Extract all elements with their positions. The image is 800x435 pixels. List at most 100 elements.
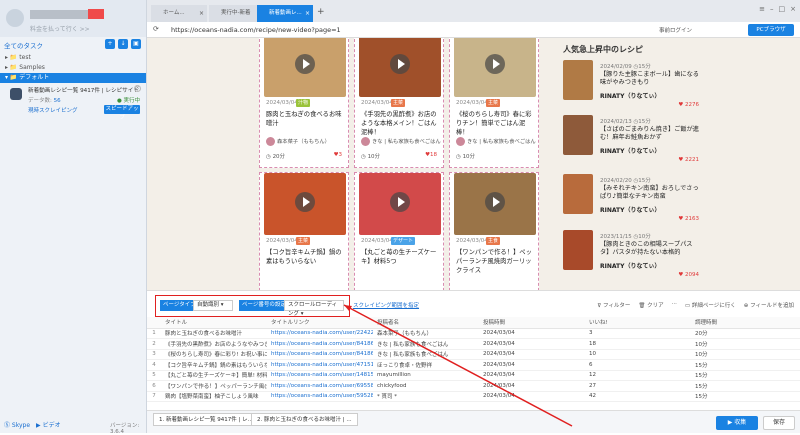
url-input[interactable]: https://oceans-nadia.com/recipe/new-vide… xyxy=(171,26,341,34)
scrape-range-link[interactable]: スクレイピング範囲を指定 xyxy=(353,301,419,309)
close-icon[interactable]: × xyxy=(134,85,141,92)
column-header[interactable]: いいね! xyxy=(585,317,691,329)
table-row[interactable]: 3 《桜のちらし寿司》春に彩り! お祝い事に... https://oceans-n… xyxy=(147,349,800,360)
popular-item[interactable]: 2023/11/15 ◷10分 【豚肉ときのこの相場スープパスタ】パスタが持たな… xyxy=(563,230,703,280)
tree-item-default[interactable]: ▾ 📁 デフォルト xyxy=(0,73,146,83)
recipe-title[interactable]: 《桜のちらし寿司》春に彩りチン！簡単でごはん泥棒！ xyxy=(456,110,534,137)
avatar[interactable] xyxy=(6,9,24,27)
tree-item-test[interactable]: ▸ 📁 test xyxy=(0,53,146,63)
recipe-title[interactable]: 豚肉と玉ねぎの食べるお味噌汁 xyxy=(266,110,344,128)
popular-title[interactable]: 【さばのごまみりん焼き】ご飯が進む！麻年お鮭魚おかず xyxy=(600,126,700,142)
recipe-author[interactable]: きな | 私も家族も食べごはん xyxy=(361,137,441,146)
page-type-select[interactable]: 自動識別 ▾ xyxy=(193,300,233,311)
popular-title[interactable]: 【みそれチキン南蛮】おろしでさっぱり♪簡単なチキン南蛮 xyxy=(600,185,700,201)
recipe-photo[interactable] xyxy=(264,38,346,97)
tree-item-samples[interactable]: ▸ 📁 Samples xyxy=(0,63,146,73)
popular-photo[interactable] xyxy=(563,60,593,100)
recipe-card[interactable]: 2024/03/04 主菜 【コク旨辛キムチ鍋】鍋の素はもういらない xyxy=(259,172,349,290)
close-icon[interactable]: × xyxy=(199,5,204,22)
popular-item[interactable]: 2024/02/13 ◷15分 【さばのごまみりん焼き】ご飯が進む！麻年お鮭魚お… xyxy=(563,115,703,165)
popular-item[interactable]: 2024/02/20 ◷15分 【みそれチキン南蛮】おろしでさっぱり♪簡単なチキ… xyxy=(563,174,703,224)
save-button[interactable]: 保存 xyxy=(763,416,795,430)
recipe-title[interactable]: 【ワンパンで作る！】ペッパーランチ風焼肉ガーリックライス xyxy=(456,248,534,275)
local-run-link[interactable]: 現時スクレイピング xyxy=(28,106,78,114)
recipe-photo[interactable] xyxy=(454,38,536,97)
table-row[interactable]: 1 豚肉と玉ねぎの食べるお味噌汁 https://oceans-nadia.com/… xyxy=(147,328,800,339)
popular-author[interactable]: RINATY（りなてぃ） xyxy=(600,261,661,270)
table-row[interactable]: 5 【丸ごと苺の生チーズケーキ】簡単! 材料5... https://oceans-… xyxy=(147,370,800,381)
recipe-title[interactable]: 【コク旨辛キムチ鍋】鍋の素はもういらない xyxy=(266,248,344,266)
all-tasks-header[interactable]: 全てのタスク xyxy=(4,40,43,50)
column-header[interactable]: 調理時間 xyxy=(691,317,800,329)
recipe-card[interactable]: 2024/03/04 汁物 豚肉と玉ねぎの食べるお味噌汁 森本菜子（ももちん） … xyxy=(259,38,349,168)
page-settings-select[interactable]: スクロールローディング ▾ xyxy=(284,300,344,317)
table-row[interactable]: 6【ワンパンで作る！】ペッパーランチ風(焼肉...https://oceans-… xyxy=(147,380,800,392)
add-field-button[interactable]: ⊕ フィールドを追加 xyxy=(744,301,794,309)
popular-photo[interactable] xyxy=(563,230,593,270)
menu-icon[interactable]: ≡ xyxy=(759,5,765,13)
popular-photo[interactable] xyxy=(563,115,593,155)
recipe-card[interactable]: 2024/03/04 主菜 《手羽先の黒酢煮》お店のような本格メイン！ごはん泥棒… xyxy=(354,38,444,168)
popular-author[interactable]: RINATY（りなてぃ） xyxy=(600,91,661,100)
recipe-title[interactable]: 【丸ごと苺の生チーズケーキ】材料5つ xyxy=(361,248,439,266)
task-card[interactable]: 新着動画レシピ一覧 9417件 | レシピサイト × データ数: 56 ● 実行… xyxy=(4,84,144,121)
column-header[interactable] xyxy=(147,317,161,329)
popular-title[interactable]: 【豚肉ときのこの相場スープパスタ】パスタが持たない本格的 xyxy=(600,241,700,257)
column-header[interactable]: タイトル xyxy=(161,317,267,329)
speed-up-button[interactable]: スピードアップ xyxy=(104,105,140,121)
clear-button[interactable]: 🗑 クリア xyxy=(638,301,663,309)
folder-icon[interactable]: ▣ xyxy=(131,39,141,49)
close-icon[interactable]: × xyxy=(790,5,796,13)
column-header[interactable]: 投稿者名 xyxy=(373,317,479,329)
recipe-author[interactable]: 森本菜子（ももちん） xyxy=(266,137,330,146)
play-icon[interactable] xyxy=(485,54,505,74)
tab-active[interactable]: 新着動画レ... × xyxy=(257,5,313,22)
import-icon[interactable]: ↓ xyxy=(118,39,128,49)
tab-home[interactable]: ホーム... × xyxy=(151,5,207,22)
recipe-photo[interactable] xyxy=(359,38,441,97)
table-row[interactable]: 2 《手羽先の黒酢煮》お店のようなやみつき... https://oceans-na… xyxy=(147,338,800,350)
play-icon[interactable] xyxy=(295,54,315,74)
minimize-icon[interactable]: – xyxy=(770,5,774,13)
play-icon[interactable] xyxy=(390,192,410,212)
skype-link[interactable]: Ⓢ Skype xyxy=(4,420,30,429)
pre-login-button[interactable]: 事前ログイン xyxy=(659,26,692,34)
popular-author[interactable]: RINATY（りなてぃ） xyxy=(600,205,661,214)
popular-item[interactable]: 2024/02/09 ◷15分 【豚りた主豚こまボール】歯になる味がやみつきもり… xyxy=(563,60,703,110)
collect-button[interactable]: ▶ 収集 xyxy=(716,416,758,430)
bottom-tab-list[interactable]: 1. 新着動画レシピ一覧 9417件 | レ... xyxy=(153,413,259,426)
new-task-icon[interactable]: + xyxy=(105,39,115,49)
pc-browser-button[interactable]: PCブラウザ xyxy=(748,24,794,36)
table-row[interactable]: 7 鶏肉【塩野菜南蛮】柚子こしょう風味 https://oceans-nadia.c… xyxy=(147,391,800,402)
play-icon[interactable] xyxy=(390,54,410,74)
recipe-likes: ♥3 xyxy=(333,152,342,158)
video-link[interactable]: ▶ ビデオ xyxy=(36,420,61,429)
recipe-card[interactable]: 2024/03/04 主食 【ワンパンで作る！】ペッパーランチ風焼肉ガーリックラ… xyxy=(449,172,539,290)
avatar xyxy=(361,137,370,146)
filter-button[interactable]: ⊽ フィルター xyxy=(597,301,630,309)
new-tab-icon[interactable]: + xyxy=(317,7,325,17)
popular-photo[interactable] xyxy=(563,174,593,214)
recipe-card[interactable]: 2024/03/04 主菜 《桜のちらし寿司》春に彩りチン！簡単でごはん泥棒！ … xyxy=(449,38,539,168)
recipe-author[interactable]: きな | 私も家族も食べごはん xyxy=(456,137,536,146)
column-header[interactable]: 投稿時間 xyxy=(479,317,585,329)
bottom-tab-detail[interactable]: 2. 豚肉と玉ねぎの食べるお味噌汁 | ... xyxy=(251,413,358,426)
play-icon[interactable] xyxy=(485,192,505,212)
recipe-photo[interactable] xyxy=(359,173,441,235)
more-button[interactable]: ··· xyxy=(672,301,677,309)
play-icon[interactable] xyxy=(295,192,315,212)
recipe-card[interactable]: 2024/03/04 デザート 【丸ごと苺の生チーズケーキ】材料5つ xyxy=(354,172,444,290)
recipe-photo[interactable] xyxy=(264,173,346,235)
refresh-icon[interactable]: ⟳ xyxy=(153,25,159,33)
recipe-photo[interactable] xyxy=(454,173,536,235)
detail-page-button[interactable]: ▭ 詳細ページに行く xyxy=(685,301,736,309)
recipe-title[interactable]: 《手羽先の黒酢煮》お店のような本格メイン！ごはん泥棒！ xyxy=(361,110,439,137)
popular-title[interactable]: 【豚りた主豚こまボール】歯になる味がやみつきもり xyxy=(600,71,700,87)
popular-author[interactable]: RINATY（りなてぃ） xyxy=(600,146,661,155)
table-row[interactable]: 4 【コク旨辛キムチ鍋】鍋の素はもういらな... https://oceans-na… xyxy=(147,359,800,371)
task-actions: + ↓ ▣ xyxy=(105,39,141,49)
maximize-icon[interactable]: □ xyxy=(779,5,786,13)
column-header[interactable]: タイトルリンク xyxy=(267,317,373,329)
upgrade-link[interactable]: 料金を払って行く >> xyxy=(30,24,90,33)
close-icon[interactable]: × xyxy=(305,5,310,22)
